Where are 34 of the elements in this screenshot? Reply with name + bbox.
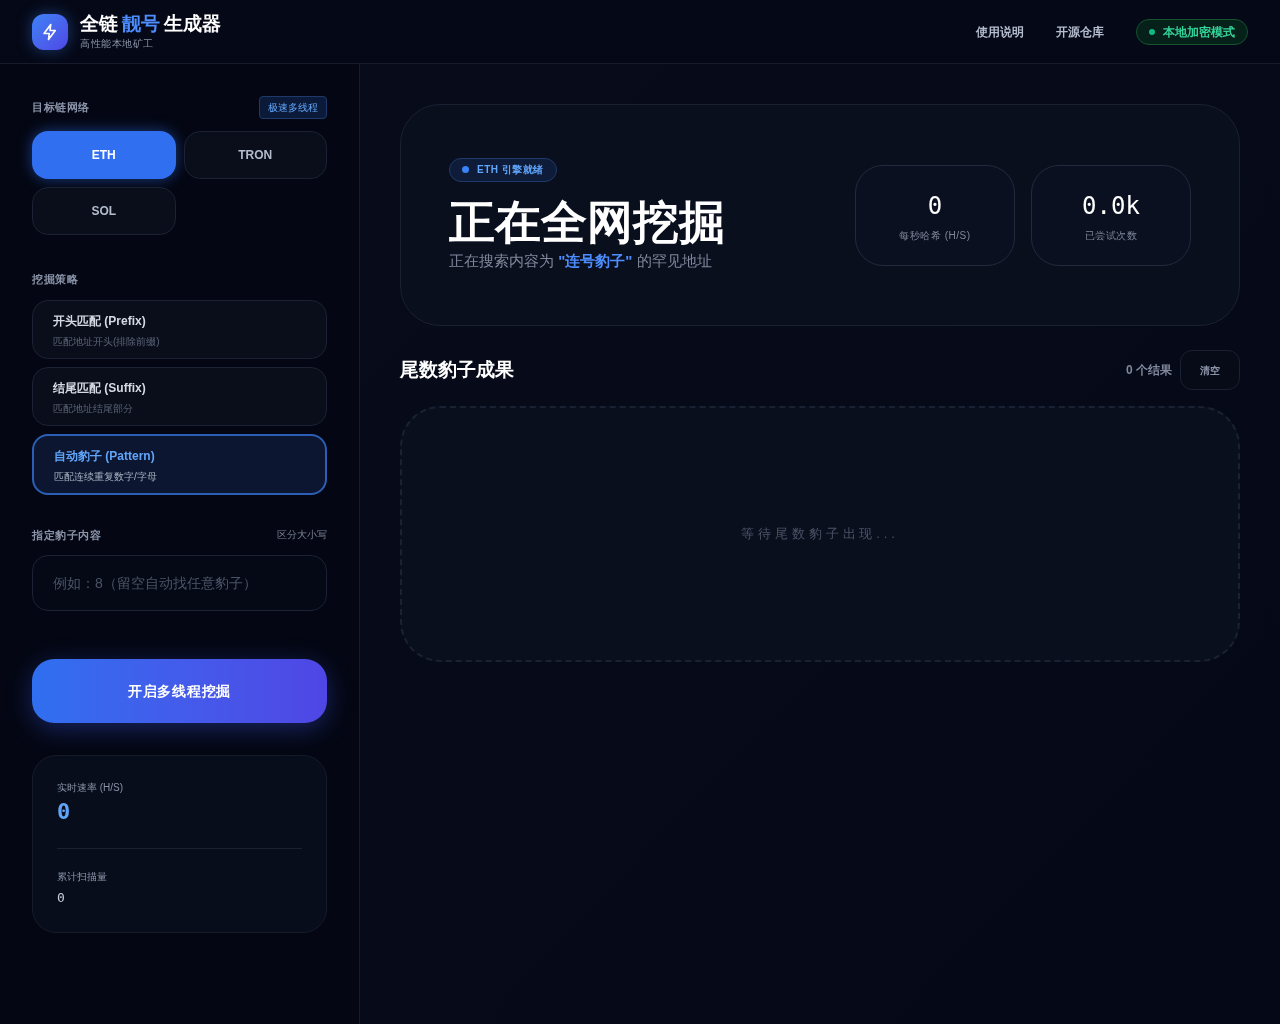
stat-label: 累计扫描量 (57, 870, 108, 884)
lightning-logo-icon (32, 13, 68, 50)
pattern-input-field[interactable]: 例如：8（留空自动找任意豹子） (32, 555, 327, 611)
network-tab[interactable]: ETH (32, 131, 176, 179)
stat-value: 0 (57, 889, 66, 907)
clear-button[interactable]: 清空 (1180, 350, 1240, 390)
empty-state-text: 等待尾数豹子出现... (741, 525, 899, 544)
metric-value: 0 (927, 190, 943, 222)
metric-label: 已尝试次数 (1084, 228, 1138, 243)
strategy-option[interactable]: 自动豹子 (Pattern) 匹配连续重复数字/字母 (32, 433, 327, 495)
results-count: 0 个结果 (1126, 362, 1172, 379)
nav-link[interactable]: 使用说明 (976, 22, 1024, 41)
strategy-option[interactable]: 结尾匹配 (Suffix) 匹配地址结尾部分 (32, 366, 327, 426)
hint-text: 区分大小写 (277, 528, 327, 543)
app-subtitle: 高性能本地矿工 (80, 37, 155, 51)
stat-value: 0 (57, 798, 72, 826)
status-badge: 本地加密模式 (1136, 18, 1248, 45)
stat-label: 实时速率 (H/S) (57, 781, 125, 795)
nav-link[interactable]: 开源仓库 (1056, 22, 1104, 41)
network-tab[interactable]: SOL (32, 187, 176, 235)
start-mining-button[interactable]: 开启多线程挖掘 (32, 659, 327, 723)
feature-badge: 极速多线程 (259, 96, 327, 119)
network-tab[interactable]: TRON (183, 131, 327, 179)
results-title: 尾数豹子成果 (400, 357, 514, 382)
app-title: 全链 靓号 生成器 (80, 12, 221, 36)
section-label: 挖掘策略 (32, 272, 80, 287)
metric-label: 每秒哈希 (H/S) (899, 228, 971, 243)
search-description: 正在搜索内容为 "连号豹子" 的罕见地址 (449, 250, 712, 271)
metric-value: 0.0k (1082, 190, 1140, 222)
strategy-option[interactable]: 开头匹配 (Prefix) 匹配地址开头(排除前缀) (32, 299, 327, 359)
section-label: 目标链网络 (32, 100, 90, 116)
section-label: 指定豹子内容 (32, 527, 102, 543)
engine-status-badge: ETH 引擎就绪 (449, 157, 557, 182)
hero-title: 正在全网挖掘 (449, 194, 725, 250)
